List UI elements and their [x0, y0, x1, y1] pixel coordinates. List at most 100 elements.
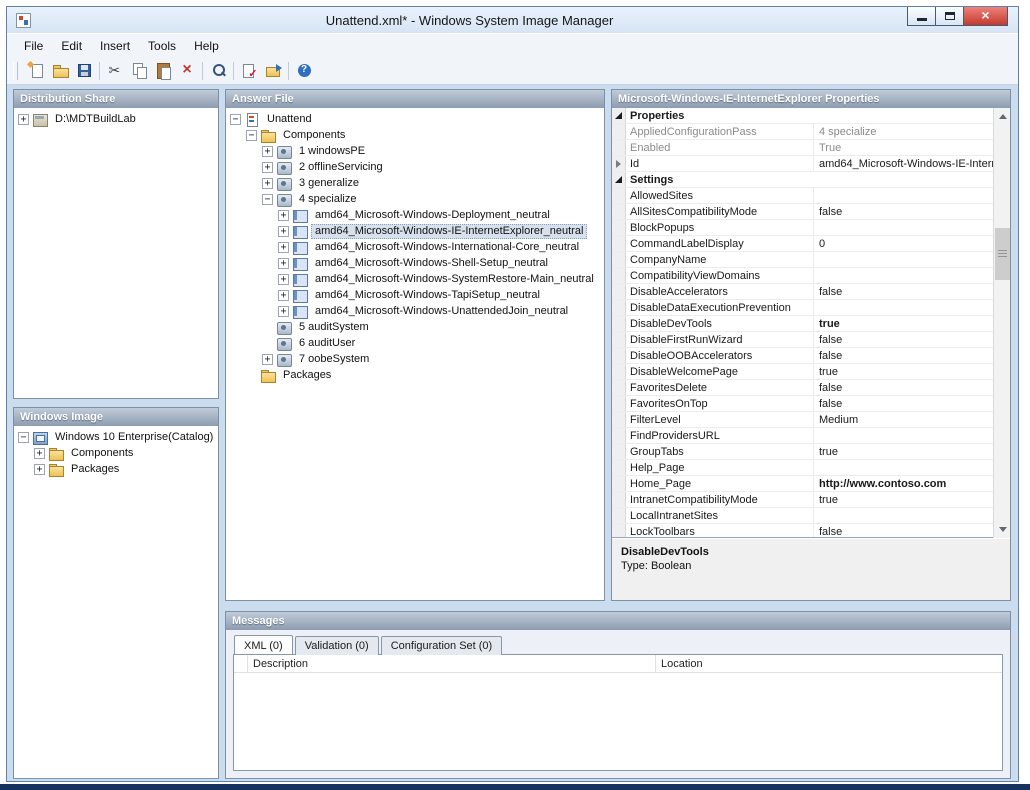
property-value[interactable]: 4 specialize — [814, 124, 993, 139]
property-row[interactable]: Idamd64_Microsoft-Windows-IE-InternetExp… — [612, 156, 993, 172]
answer-file-item[interactable]: 2 offlineServicing — [295, 160, 387, 175]
property-row[interactable]: CommandLabelDisplay0 — [612, 236, 993, 252]
collapse-icon[interactable]: − — [246, 130, 257, 141]
scroll-down-button[interactable] — [994, 521, 1010, 538]
expand-icon[interactable]: + — [262, 162, 273, 173]
property-value[interactable] — [814, 220, 993, 235]
answer-file-item[interactable]: Unattend — [263, 112, 316, 127]
tab-validation[interactable]: Validation (0) — [295, 636, 379, 655]
property-row[interactable]: DisableAcceleratorsfalse — [612, 284, 993, 300]
property-value[interactable] — [814, 428, 993, 443]
property-value[interactable]: true — [814, 316, 993, 331]
toolbar-find-button[interactable] — [206, 59, 230, 82]
answer-file-item[interactable]: 7 oobeSystem — [295, 352, 373, 367]
answer-file-item[interactable]: 5 auditSystem — [295, 320, 373, 335]
toolbar-open-file-button[interactable] — [48, 59, 72, 82]
section-expanded-icon[interactable] — [615, 176, 622, 183]
windows-image-item[interactable]: Components — [67, 446, 137, 461]
expand-icon[interactable]: + — [278, 258, 289, 269]
collapse-icon[interactable]: − — [262, 194, 273, 205]
collapse-icon[interactable]: − — [18, 432, 29, 443]
toolbar-delete-button[interactable] — [175, 59, 199, 82]
property-value[interactable]: true — [814, 444, 993, 459]
answer-file-item[interactable]: amd64_Microsoft-Windows-Deployment_neutr… — [311, 208, 554, 223]
expand-icon[interactable]: + — [278, 290, 289, 301]
properties-scrollbar[interactable] — [993, 108, 1010, 538]
menu-edit[interactable]: Edit — [52, 35, 91, 57]
property-value[interactable] — [814, 188, 993, 203]
property-value[interactable] — [814, 252, 993, 267]
property-value[interactable]: True — [814, 140, 993, 155]
answer-file-item[interactable]: 6 auditUser — [295, 336, 359, 351]
property-row[interactable]: Home_Pagehttp://www.contoso.com — [612, 476, 993, 492]
column-header-location[interactable]: Location — [656, 655, 1002, 672]
property-value[interactable] — [814, 460, 993, 475]
property-row[interactable]: AllSitesCompatibilityModefalse — [612, 204, 993, 220]
property-value[interactable]: amd64_Microsoft-Windows-IE-InternetExplo… — [814, 156, 993, 171]
windows-image-item[interactable]: Packages — [67, 462, 123, 477]
tab-configuration-set[interactable]: Configuration Set (0) — [381, 636, 503, 655]
property-row[interactable]: CompanyName — [612, 252, 993, 268]
answer-file-item[interactable]: Packages — [279, 368, 335, 383]
answer-file-item[interactable]: amd64_Microsoft-Windows-IE-InternetExplo… — [311, 224, 587, 239]
answer-file-item[interactable]: amd64_Microsoft-Windows-SystemRestore-Ma… — [311, 272, 598, 287]
property-row[interactable]: AllowedSites — [612, 188, 993, 204]
property-row[interactable]: FavoritesDeletefalse — [612, 380, 993, 396]
property-row[interactable]: DisableFirstRunWizardfalse — [612, 332, 993, 348]
expand-icon[interactable]: + — [278, 210, 289, 221]
toolbar-save-button[interactable] — [72, 59, 96, 82]
row-expander-icon[interactable] — [616, 160, 621, 168]
expand-icon[interactable]: + — [34, 464, 45, 475]
property-row[interactable]: Help_Page — [612, 460, 993, 476]
property-row[interactable]: EnabledTrue — [612, 140, 993, 156]
collapse-icon[interactable]: − — [230, 114, 241, 125]
answer-file-item[interactable]: 3 generalize — [295, 176, 363, 191]
property-row[interactable]: DisableDevToolstrue — [612, 316, 993, 332]
answer-file-item[interactable]: amd64_Microsoft-Windows-TapiSetup_neutra… — [311, 288, 544, 303]
property-value[interactable]: false — [814, 396, 993, 411]
property-value[interactable]: false — [814, 380, 993, 395]
property-row[interactable]: FilterLevelMedium — [612, 412, 993, 428]
column-header-description[interactable]: Description — [248, 655, 656, 672]
close-button[interactable] — [963, 7, 1008, 26]
property-row[interactable]: DisableWelcomePagetrue — [612, 364, 993, 380]
property-value[interactable] — [814, 300, 993, 315]
menu-file[interactable]: File — [15, 35, 52, 57]
property-value[interactable] — [814, 508, 993, 523]
toolbar-validate-button[interactable] — [237, 59, 261, 82]
property-value[interactable]: true — [814, 364, 993, 379]
answer-file-item[interactable]: Components — [279, 128, 349, 143]
expand-icon[interactable]: + — [278, 242, 289, 253]
distribution-share-item[interactable]: D:\MDTBuildLab — [51, 112, 140, 127]
property-row[interactable]: FindProvidersURL — [612, 428, 993, 444]
expand-icon[interactable]: + — [278, 306, 289, 317]
answer-file-item[interactable]: amd64_Microsoft-Windows-UnattendedJoin_n… — [311, 304, 572, 319]
expand-icon[interactable]: + — [262, 178, 273, 189]
windows-image-item[interactable]: Windows 10 Enterprise(Catalog) — [51, 430, 217, 445]
toolbar-cut-button[interactable] — [103, 59, 127, 82]
property-row[interactable]: CompatibilityViewDomains — [612, 268, 993, 284]
property-row[interactable]: DisableDataExecutionPrevention — [612, 300, 993, 316]
toolbar-create-config-set-button[interactable] — [261, 59, 285, 82]
tab-xml[interactable]: XML (0) — [234, 635, 293, 654]
property-value[interactable]: Medium — [814, 412, 993, 427]
answer-file-item[interactable]: amd64_Microsoft-Windows-Shell-Setup_neut… — [311, 256, 552, 271]
maximize-button[interactable] — [935, 7, 964, 26]
property-value[interactable]: false — [814, 348, 993, 363]
property-row[interactable]: LocalIntranetSites — [612, 508, 993, 524]
property-value[interactable]: 0 — [814, 236, 993, 251]
toolbar-help-button[interactable] — [292, 59, 316, 82]
expand-icon[interactable]: + — [262, 146, 273, 157]
property-value[interactable]: false — [814, 332, 993, 347]
answer-file-item[interactable]: 1 windowsPE — [295, 144, 369, 159]
property-row[interactable]: AppliedConfigurationPass4 specialize — [612, 124, 993, 140]
toolbar-paste-button[interactable] — [151, 59, 175, 82]
property-value[interactable]: http://www.contoso.com — [814, 476, 993, 491]
property-value[interactable]: false — [814, 204, 993, 219]
toolbar-new-file-button[interactable] — [24, 59, 48, 82]
answer-file-item[interactable]: 4 specialize — [295, 192, 360, 207]
property-row[interactable]: FavoritesOnTopfalse — [612, 396, 993, 412]
property-row[interactable]: LockToolbarsfalse — [612, 524, 993, 538]
property-value[interactable]: false — [814, 284, 993, 299]
expand-icon[interactable]: + — [278, 226, 289, 237]
